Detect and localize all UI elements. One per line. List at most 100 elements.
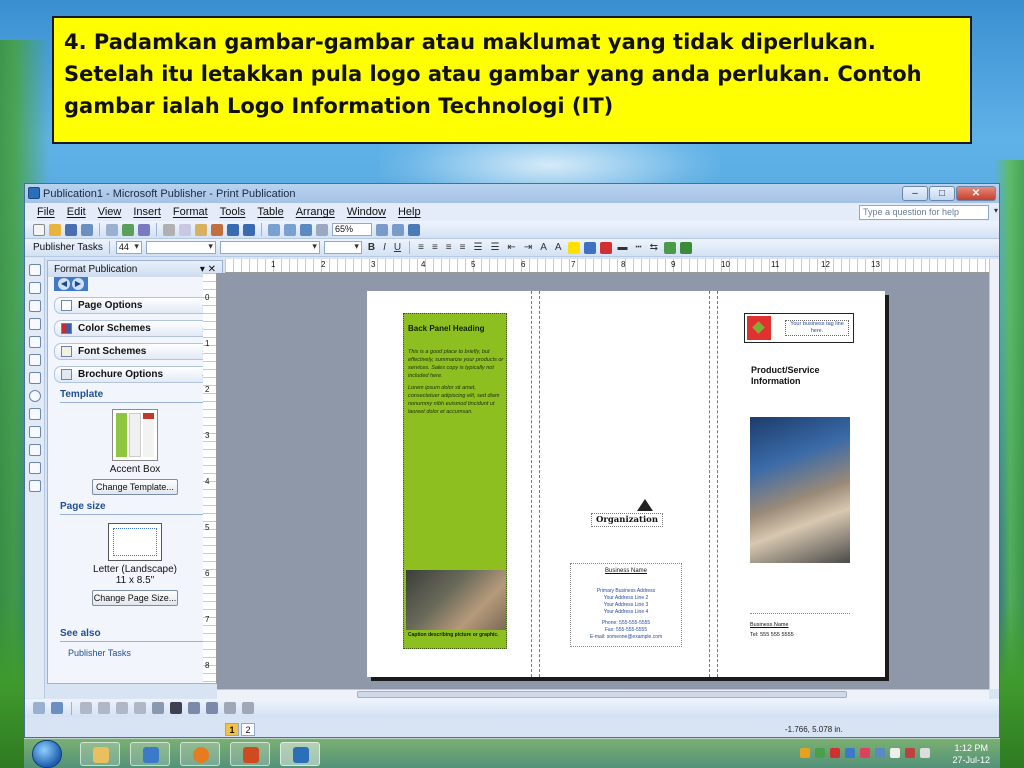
arrow-style-button[interactable]: ⇆ bbox=[648, 242, 660, 253]
format-picture-icon[interactable] bbox=[206, 702, 218, 714]
horizontal-scrollbar[interactable] bbox=[217, 689, 989, 699]
open-icon[interactable] bbox=[49, 223, 61, 236]
publisher-tasks-button[interactable]: Publisher Tasks bbox=[33, 242, 103, 253]
font-style-select[interactable] bbox=[145, 241, 216, 254]
paste-icon[interactable] bbox=[195, 223, 207, 236]
picture-icon[interactable] bbox=[33, 702, 45, 714]
tray-icon[interactable] bbox=[830, 748, 840, 758]
back-panel-text[interactable]: This is a good place to briefly, but eff… bbox=[408, 348, 504, 416]
text-box-tool-icon[interactable] bbox=[28, 282, 41, 294]
line-tool-icon[interactable] bbox=[28, 354, 41, 366]
hyperlink-icon[interactable] bbox=[300, 223, 312, 236]
logo-box[interactable]: Your business tag line here. bbox=[744, 313, 854, 343]
italic-button[interactable]: I bbox=[381, 242, 388, 253]
wordart-tool-icon[interactable] bbox=[28, 318, 41, 330]
tray-icon[interactable] bbox=[845, 748, 855, 758]
font-size-select[interactable] bbox=[323, 241, 362, 254]
taskbar-powerpoint[interactable] bbox=[230, 742, 270, 766]
menu-format[interactable]: Format bbox=[173, 206, 208, 218]
menu-insert[interactable]: Insert bbox=[133, 206, 161, 218]
copy-icon[interactable] bbox=[179, 223, 191, 236]
zoom-select[interactable]: 65% bbox=[332, 223, 372, 236]
3d-style-icon[interactable] bbox=[679, 241, 692, 254]
tray-icon[interactable] bbox=[815, 748, 825, 758]
zoom-in-icon[interactable] bbox=[392, 223, 404, 236]
menu-edit[interactable]: Edit bbox=[67, 206, 86, 218]
menu-tools[interactable]: Tools bbox=[220, 206, 246, 218]
hot-spot-tool-icon[interactable] bbox=[28, 444, 41, 456]
more-contrast-icon[interactable] bbox=[80, 702, 92, 714]
font-color-icon[interactable] bbox=[599, 241, 612, 254]
start-button[interactable] bbox=[32, 740, 62, 768]
fill-color-icon[interactable] bbox=[567, 241, 580, 254]
photo-caption[interactable]: Caption describing picture or graphic. bbox=[408, 632, 499, 638]
dash-style-button[interactable]: ┅ bbox=[634, 242, 644, 253]
less-brightness-icon[interactable] bbox=[134, 702, 146, 714]
bring-forward-icon[interactable] bbox=[268, 223, 280, 236]
line-style-button[interactable]: ▬ bbox=[616, 242, 630, 253]
cut-icon[interactable] bbox=[163, 223, 175, 236]
underline-button[interactable]: U bbox=[392, 242, 403, 253]
bullets-button[interactable]: ☰ bbox=[488, 242, 501, 253]
text-wrapping-icon[interactable] bbox=[188, 702, 200, 714]
align-center-button[interactable]: ≡ bbox=[430, 242, 440, 253]
decrease-indent-button[interactable]: ⇤ bbox=[505, 242, 517, 253]
more-brightness-icon[interactable] bbox=[116, 702, 128, 714]
network-icon[interactable] bbox=[875, 748, 885, 758]
bold-button[interactable]: B bbox=[366, 242, 377, 253]
volume-icon[interactable] bbox=[920, 748, 930, 758]
grow-font-button[interactable]: A bbox=[553, 242, 564, 253]
redo-icon[interactable] bbox=[243, 223, 255, 236]
taskbar-publisher[interactable] bbox=[280, 742, 320, 766]
research-icon[interactable] bbox=[138, 223, 150, 236]
tray-icon[interactable] bbox=[800, 748, 810, 758]
numbering-button[interactable]: ☰ bbox=[471, 242, 484, 253]
maximize-button[interactable]: □ bbox=[929, 186, 955, 201]
page-size-thumbnail[interactable] bbox=[108, 523, 162, 561]
format-painter-icon[interactable] bbox=[211, 223, 223, 236]
style-select[interactable]: 44 bbox=[115, 241, 142, 254]
zoom-out-icon[interactable] bbox=[376, 223, 388, 236]
help-dropdown-icon[interactable]: ▾ bbox=[994, 206, 998, 215]
less-contrast-icon[interactable] bbox=[98, 702, 110, 714]
font-schemes-item[interactable]: Font Schemes » bbox=[54, 343, 216, 360]
workspace-canvas[interactable]: Back Panel Heading This is a good place … bbox=[217, 273, 989, 689]
picture-tool-icon[interactable] bbox=[28, 336, 41, 348]
menu-help[interactable]: Help bbox=[398, 206, 421, 218]
organization-logo-icon[interactable] bbox=[637, 499, 653, 511]
table-tool-icon[interactable] bbox=[28, 300, 41, 312]
organization-name[interactable]: Organization bbox=[591, 513, 663, 527]
brochure-options-item[interactable]: Brochure Options « bbox=[54, 366, 216, 383]
back-icon[interactable]: ◀ bbox=[58, 278, 70, 290]
change-page-size-button[interactable]: Change Page Size... bbox=[92, 590, 178, 606]
autoshapes-tool-icon[interactable] bbox=[28, 426, 41, 438]
form-control-icon[interactable] bbox=[28, 480, 41, 492]
taskbar-media-player[interactable] bbox=[130, 742, 170, 766]
align-left-button[interactable]: ≡ bbox=[416, 242, 426, 253]
shadow-style-icon[interactable] bbox=[663, 241, 676, 254]
page-options-item[interactable]: Page Options » bbox=[54, 297, 216, 314]
menu-view[interactable]: View bbox=[98, 206, 122, 218]
tray-icon[interactable] bbox=[905, 748, 915, 758]
menu-window[interactable]: Window bbox=[347, 206, 386, 218]
line-style-icon[interactable] bbox=[170, 702, 182, 714]
right-business-info[interactable]: Business Name Tel: 555 555 5555 bbox=[750, 613, 850, 643]
tagline[interactable]: Your business tag line here. bbox=[785, 320, 849, 336]
taskbar-clock[interactable]: 1:12 PM 27-Jul-12 bbox=[952, 742, 990, 766]
vertical-ruler[interactable]: 0 1 2 3 4 5 6 7 8 bbox=[203, 273, 217, 683]
new-icon[interactable] bbox=[33, 223, 45, 236]
back-panel[interactable]: Back Panel Heading This is a good place … bbox=[403, 313, 507, 649]
send-backward-icon[interactable] bbox=[284, 223, 296, 236]
undo-icon[interactable] bbox=[227, 223, 239, 236]
taskbar-firefox[interactable] bbox=[180, 742, 220, 766]
page-1-tab[interactable]: 1 bbox=[225, 723, 239, 736]
help-question-input[interactable]: Type a question for help bbox=[859, 205, 989, 220]
business-info-box[interactable]: Business Name Primary Business Address Y… bbox=[570, 563, 682, 647]
reset-picture-icon[interactable] bbox=[242, 702, 254, 714]
justify-button[interactable]: ≡ bbox=[458, 242, 468, 253]
align-right-button[interactable]: ≡ bbox=[444, 242, 454, 253]
print-preview-icon[interactable] bbox=[106, 223, 118, 236]
forward-icon[interactable]: ▶ bbox=[72, 278, 84, 290]
show-paragraph-icon[interactable] bbox=[316, 223, 328, 236]
brochure-page[interactable]: Back Panel Heading This is a good place … bbox=[367, 291, 885, 677]
